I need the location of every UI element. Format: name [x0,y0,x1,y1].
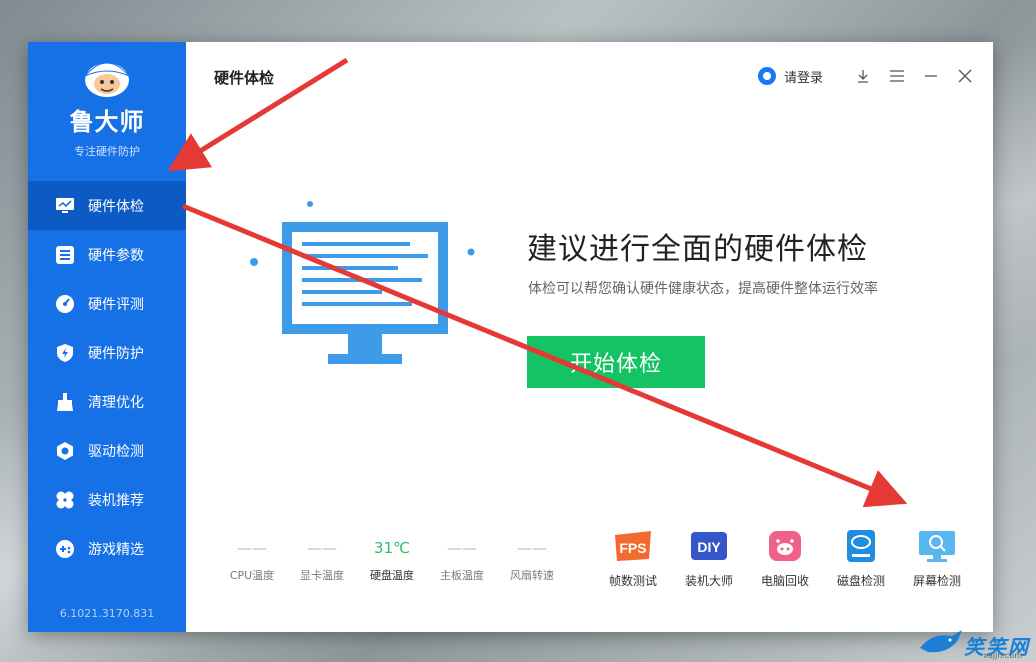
svg-text:DIY: DIY [697,539,721,555]
hero-subtitle: 体检可以帮您确认硬件健康状态，提高硬件整体运行效率 [528,281,878,297]
sidebar-item-label: 硬件防护 [88,345,144,362]
tool-label: 装机大师 [684,574,733,588]
sidebar-item-driver-check[interactable]: 驱动检测 [28,426,186,475]
sidebar-item-build-recommend[interactable]: 装机推荐 [28,475,186,524]
site-watermark: 笑笑网 xajjn.com [918,626,1030,660]
tools-bar: FPS 帧数测试 DIY 装机大师 电脑回收 磁盘检测 屏幕检测 [595,528,975,589]
download-button[interactable] [853,66,873,86]
menu-icon [890,70,904,82]
shark-logo-icon [920,630,962,653]
sidebar-item-label: 装机推荐 [88,492,144,509]
app-version: 6.1021.3170.831 [59,607,155,620]
temp-label: 硬盘温度 [370,569,414,582]
temp-fan: —— 风扇转速 [498,539,566,583]
temp-label: CPU温度 [229,569,275,582]
tool-fps-test[interactable]: FPS 帧数测试 [595,528,671,589]
sidebar-item-hardware-benchmark[interactable]: 硬件评测 [28,279,186,328]
tool-label: 屏幕检测 [912,574,961,588]
temp-value: 31℃ [374,539,410,557]
tool-label: 帧数测试 [608,574,657,588]
sidebar-item-label: 硬件体检 [88,198,144,215]
temperature-panel: —— CPU温度 —— 显卡温度 31℃ 硬盘温度 —— 主板温度 —— 风扇转… [218,539,568,583]
sidebar-item-label: 游戏精选 [88,541,144,558]
temp-label: 主板温度 [440,569,484,582]
pig-icon [764,528,806,564]
gear-hexagon-icon [54,440,76,462]
monitor-check-icon [54,195,76,217]
temp-cpu: —— CPU温度 [218,539,286,583]
sidebar-item-label: 硬件参数 [88,247,144,264]
user-eye-icon [757,67,776,85]
app-name: 鲁大师 [69,108,145,136]
speedometer-icon [54,293,76,315]
screen-magnifier-icon [916,528,958,564]
sidebar-item-hardware-check[interactable]: 硬件体检 [28,181,186,230]
sidebar: 鲁大师 专注硬件防护 硬件体检 硬件参数 硬件评测 硬件防护 清理优化 驱动检测… [28,42,186,632]
close-button[interactable] [955,66,975,86]
broom-icon [54,391,76,413]
temp-label: 显卡温度 [300,569,344,582]
hero-title: 建议进行全面的硬件体检 [527,232,868,267]
temp-disk: 31℃ 硬盘温度 [358,539,426,583]
login-button[interactable]: 请登录 [757,67,823,86]
download-icon [858,70,868,83]
tool-label: 磁盘检测 [836,574,885,588]
sidebar-item-cleanup[interactable]: 清理优化 [28,377,186,426]
tool-screen-check[interactable]: 屏幕检测 [899,528,975,589]
tool-disk-check[interactable]: 磁盘检测 [823,528,899,589]
temp-mainboard: —— 主板温度 [428,539,496,583]
tool-diy-master[interactable]: DIY 装机大师 [671,528,747,589]
page-title: 硬件体检 [214,69,275,87]
monitor-illustration-icon [248,192,488,376]
fps-icon: FPS [612,528,654,564]
sidebar-item-label: 驱动检测 [88,443,144,460]
temp-value: —— [517,539,547,557]
disk-icon [840,528,882,564]
svg-text:FPS: FPS [619,540,646,556]
shield-bolt-icon [54,342,76,364]
temp-value: —— [447,539,477,557]
fan-icon [54,489,76,511]
tool-pc-recycle[interactable]: 电脑回收 [747,528,823,589]
temp-value: —— [237,539,267,557]
sidebar-item-label: 清理优化 [88,394,144,411]
minimize-icon [925,75,937,77]
start-check-button[interactable]: 开始体检 [527,336,705,388]
tool-label: 电脑回收 [760,574,809,588]
sidebar-item-games[interactable]: 游戏精选 [28,524,186,573]
mascot-logo-icon [81,56,133,100]
watermark-url: xajjn.com [983,651,1022,660]
sidebar-nav: 硬件体检 硬件参数 硬件评测 硬件防护 清理优化 驱动检测 装机推荐 游戏精选 [28,181,186,573]
login-label: 请登录 [783,70,823,86]
parameters-icon [54,244,76,266]
sidebar-item-label: 硬件评测 [88,296,144,313]
temp-value: —— [307,539,337,557]
app-logo: 鲁大师 专注硬件防护 [28,56,186,159]
temp-gpu: —— 显卡温度 [288,539,356,583]
sidebar-item-hardware-params[interactable]: 硬件参数 [28,230,186,279]
gamepad-icon [54,538,76,560]
menu-button[interactable] [887,66,907,86]
app-window: 鲁大师 专注硬件防护 硬件体检 硬件参数 硬件评测 硬件防护 清理优化 驱动检测… [28,42,993,632]
diy-icon: DIY [688,528,730,564]
app-slogan: 专注硬件防护 [74,145,140,158]
minimize-button[interactable] [921,66,941,86]
sidebar-item-hardware-protection[interactable]: 硬件防护 [28,328,186,377]
close-icon [958,69,972,83]
temp-label: 风扇转速 [510,569,554,582]
window-controls: 请登录 [757,66,975,86]
